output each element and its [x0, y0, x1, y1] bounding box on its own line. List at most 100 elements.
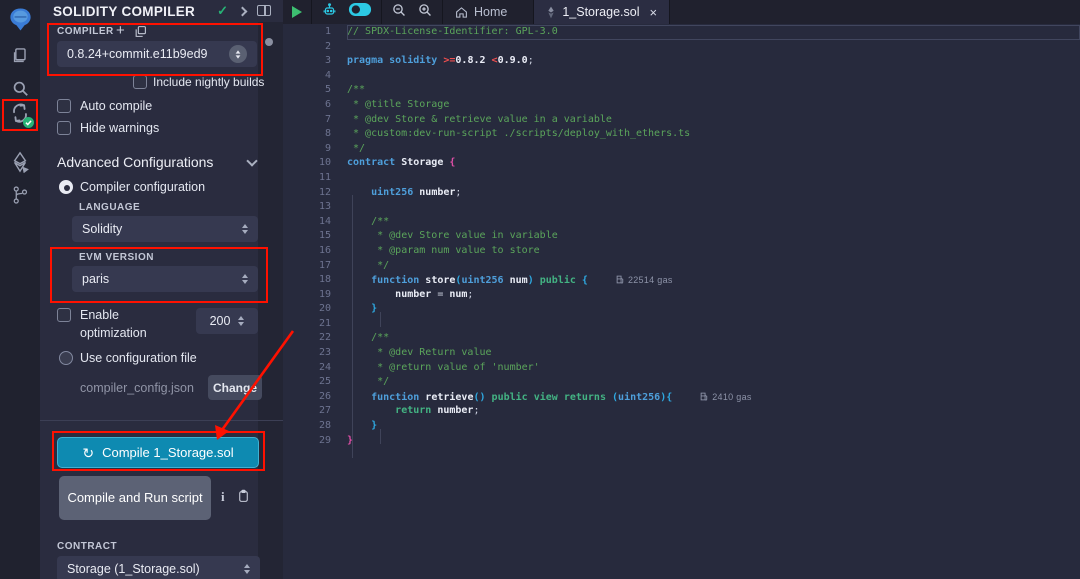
- use-config-file-label: Use configuration file: [80, 351, 197, 365]
- code-editor[interactable]: 1234567891011121314151617181920212223242…: [283, 24, 1080, 579]
- config-file-name: compiler_config.json: [80, 381, 194, 395]
- gas-estimate-annotation: 2410 gas: [700, 392, 751, 402]
- nightly-builds-checkbox[interactable]: [133, 75, 147, 89]
- code-line[interactable]: [347, 317, 1080, 332]
- line-number: 24: [283, 361, 331, 376]
- code-line[interactable]: * @dev Store value in variable: [347, 229, 1080, 244]
- compiler-configuration-label: Compiler configuration: [80, 180, 205, 194]
- collapse-chevron-icon[interactable]: [246, 155, 257, 166]
- chevron-right-icon[interactable]: [238, 6, 248, 16]
- contract-label: CONTRACT: [57, 541, 117, 552]
- code-line[interactable]: }: [347, 419, 1080, 434]
- tab-storage-sol[interactable]: 1_Storage.sol ×: [533, 0, 670, 24]
- panel-scroll-strip[interactable]: [258, 22, 283, 579]
- ai-copilot-icon[interactable]: [321, 2, 338, 23]
- optimization-runs-input[interactable]: 200: [196, 308, 258, 334]
- solidity-compiler-icon[interactable]: [0, 102, 40, 126]
- line-number: 2: [283, 40, 331, 55]
- clipboard-icon[interactable]: [237, 489, 250, 508]
- code-line[interactable]: * @param num value to store: [347, 244, 1080, 259]
- code-line[interactable]: return number;: [347, 404, 1080, 419]
- language-stepper-icon: [242, 224, 248, 234]
- editor-area: Home 1_Storage.sol × 1234567891011121314…: [283, 0, 1080, 579]
- line-number: 25: [283, 375, 331, 390]
- line-number: 22: [283, 331, 331, 346]
- line-number: 13: [283, 200, 331, 215]
- code-line[interactable]: /**: [347, 331, 1080, 346]
- code-line[interactable]: uint256 number;: [347, 186, 1080, 201]
- line-number: 10: [283, 156, 331, 171]
- language-label: LANGUAGE: [79, 202, 140, 213]
- code-line[interactable]: [347, 40, 1080, 55]
- code-lines: // SPDX-License-Identifier: GPL-3.0 pragm…: [347, 25, 1080, 448]
- zoom-in-icon[interactable]: [417, 2, 433, 23]
- close-tab-icon[interactable]: ×: [649, 5, 657, 20]
- code-line[interactable]: number = num;: [347, 288, 1080, 303]
- code-line[interactable]: */: [347, 142, 1080, 157]
- line-number: 29: [283, 434, 331, 449]
- auto-compile-checkbox[interactable]: [57, 99, 71, 113]
- line-number: 17: [283, 259, 331, 274]
- language-select[interactable]: Solidity: [72, 216, 258, 242]
- code-line[interactable]: * @dev Store & retrieve value in a varia…: [347, 113, 1080, 128]
- evm-version-select[interactable]: paris: [72, 266, 258, 292]
- section-divider: [40, 420, 283, 421]
- contract-select[interactable]: Storage (1_Storage.sol): [57, 556, 260, 579]
- code-line[interactable]: function retrieve() public view returns …: [347, 390, 1080, 405]
- line-number: 14: [283, 215, 331, 230]
- file-explorer-icon[interactable]: [0, 46, 40, 66]
- compiler-configuration-radio[interactable]: [59, 180, 73, 194]
- deploy-run-icon[interactable]: [0, 151, 40, 173]
- use-config-file-radio[interactable]: [59, 351, 73, 365]
- code-line[interactable]: /**: [347, 83, 1080, 98]
- code-line[interactable]: pragma solidity >=0.8.2 <0.9.0;: [347, 54, 1080, 69]
- enable-optimization-checkbox[interactable]: [57, 308, 71, 322]
- zoom-out-icon[interactable]: [391, 2, 407, 23]
- pin-panel-icon[interactable]: [257, 5, 271, 16]
- compile-and-run-button[interactable]: Compile and Run script: [59, 476, 211, 520]
- info-icon[interactable]: i: [221, 489, 225, 505]
- code-line[interactable]: * @return value of 'number': [347, 361, 1080, 376]
- line-number: 6: [283, 98, 331, 113]
- advanced-configurations-title[interactable]: Advanced Configurations: [57, 154, 213, 170]
- line-number: 19: [283, 288, 331, 303]
- remix-logo-icon[interactable]: [0, 6, 40, 33]
- add-compiler-icon[interactable]: +: [116, 22, 125, 39]
- compile-button[interactable]: ↻ Compile 1_Storage.sol: [57, 437, 259, 468]
- compiler-version-select[interactable]: 0.8.24+commit.e11b9ed9: [57, 41, 257, 67]
- version-stepper-icon: [229, 45, 247, 63]
- code-line[interactable]: // SPDX-License-Identifier: GPL-3.0: [347, 25, 1080, 40]
- line-number: 15: [283, 229, 331, 244]
- code-line[interactable]: }: [347, 434, 1080, 449]
- copilot-toggle[interactable]: [348, 2, 372, 22]
- home-icon: [455, 6, 468, 19]
- line-number: 1: [283, 25, 331, 40]
- code-line[interactable]: * @dev Return value: [347, 346, 1080, 361]
- code-line[interactable]: [347, 171, 1080, 186]
- hide-warnings-checkbox[interactable]: [57, 121, 71, 135]
- compiler-label: COMPILER: [57, 26, 114, 37]
- solidity-file-icon: [546, 6, 556, 19]
- git-icon[interactable]: [0, 185, 40, 205]
- change-config-button[interactable]: Change: [208, 375, 262, 400]
- code-line[interactable]: }: [347, 302, 1080, 317]
- code-line[interactable]: /**: [347, 215, 1080, 230]
- gas-estimate-annotation: 22514 gas: [616, 275, 673, 285]
- code-line[interactable]: */: [347, 259, 1080, 274]
- nightly-builds-label: Include nightly builds: [153, 75, 264, 89]
- remix-ide-window: SOLIDITY COMPILER ✓ COMPILER + 0.8.24+co…: [0, 0, 1080, 579]
- auto-compile-label: Auto compile: [80, 99, 152, 113]
- code-line[interactable]: [347, 69, 1080, 84]
- run-script-icon[interactable]: [292, 6, 302, 18]
- code-line[interactable]: * @custom:dev-run-script ./scripts/deplo…: [347, 127, 1080, 142]
- tab-home[interactable]: Home: [443, 0, 519, 24]
- solidity-compiler-panel: SOLIDITY COMPILER ✓ COMPILER + 0.8.24+co…: [40, 0, 283, 579]
- code-line[interactable]: [347, 200, 1080, 215]
- code-line[interactable]: contract Storage {: [347, 156, 1080, 171]
- code-line[interactable]: * @title Storage: [347, 98, 1080, 113]
- code-line[interactable]: function store(uint256 num) public {2251…: [347, 273, 1080, 288]
- tab-storage-label: 1_Storage.sol: [562, 5, 639, 19]
- scrollbar-thumb[interactable]: [265, 38, 273, 46]
- search-icon[interactable]: [0, 79, 40, 98]
- code-line[interactable]: */: [347, 375, 1080, 390]
